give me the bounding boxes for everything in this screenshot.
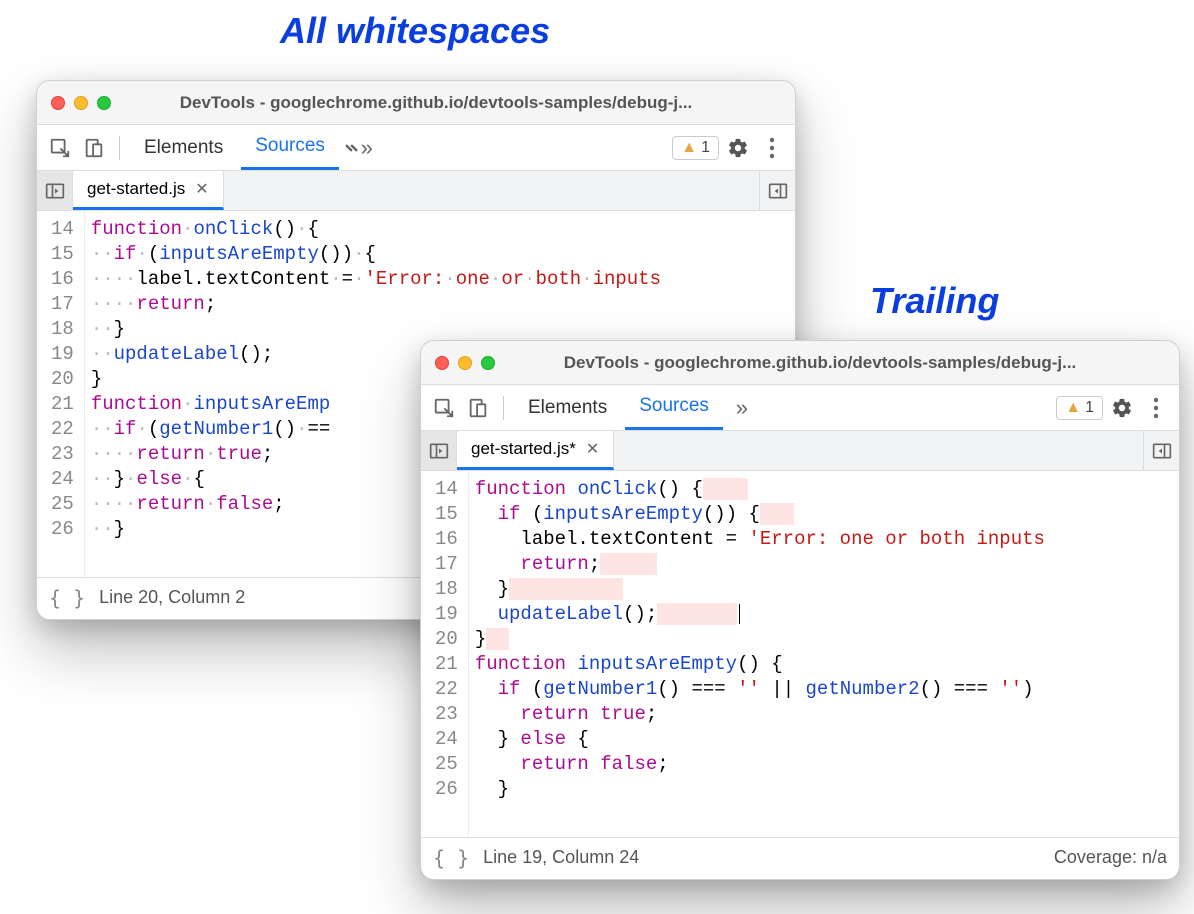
devtools-toolbar: Elements Sources » ▲ 1 <box>421 385 1179 431</box>
devtools-window-trailing: DevTools - googlechrome.github.io/devtoo… <box>420 340 1180 880</box>
tab-sources[interactable]: Sources <box>241 125 339 170</box>
navigator-toggle-icon[interactable] <box>37 171 73 210</box>
zoom-window-button[interactable] <box>481 356 495 370</box>
navigator-toggle-icon[interactable] <box>421 431 457 470</box>
tab-elements[interactable]: Elements <box>130 125 237 170</box>
kebab-menu-icon[interactable] <box>1141 393 1171 423</box>
devtools-toolbar: Elements Sources » ▲ 1 <box>37 125 795 171</box>
kebab-menu-icon[interactable] <box>757 133 787 163</box>
file-tabs-bar: get-started.js* ✕ <box>421 431 1179 471</box>
file-tab[interactable]: get-started.js ✕ <box>73 171 224 210</box>
minimize-window-button[interactable] <box>74 96 88 110</box>
more-tabs-icon[interactable]: » <box>343 133 373 163</box>
pretty-print-icon[interactable]: { } <box>433 846 469 870</box>
show-debugger-icon[interactable] <box>1143 431 1179 470</box>
warning-count: 1 <box>1085 399 1094 417</box>
inspect-element-icon[interactable] <box>45 133 75 163</box>
code-editor[interactable]: 14151617181920212223242526 function onCl… <box>421 471 1179 837</box>
cursor-position: Line 19, Column 24 <box>483 847 639 868</box>
titlebar: DevTools - googlechrome.github.io/devtoo… <box>421 341 1179 385</box>
settings-icon[interactable] <box>1107 393 1137 423</box>
line-gutter: 14151617181920212223242526 <box>37 211 85 577</box>
device-toggle-icon[interactable] <box>79 133 109 163</box>
code-content[interactable]: function onClick() { if (inputsAreEmpty(… <box>469 471 1045 837</box>
tab-elements[interactable]: Elements <box>514 385 621 430</box>
show-debugger-icon[interactable] <box>759 171 795 210</box>
close-file-icon[interactable]: ✕ <box>195 179 208 199</box>
close-window-button[interactable] <box>51 96 65 110</box>
zoom-window-button[interactable] <box>97 96 111 110</box>
warning-icon: ▲ <box>681 139 697 157</box>
more-tabs-icon[interactable]: » <box>727 393 757 423</box>
traffic-lights <box>435 356 495 370</box>
coverage-status: Coverage: n/a <box>1054 847 1167 868</box>
titlebar: DevTools - googlechrome.github.io/devtoo… <box>37 81 795 125</box>
file-name: get-started.js <box>87 179 185 199</box>
separator <box>503 396 504 420</box>
warning-count: 1 <box>701 139 710 157</box>
window-title: DevTools - googlechrome.github.io/devtoo… <box>121 93 781 113</box>
file-tab[interactable]: get-started.js* ✕ <box>457 431 614 470</box>
annotation-all-whitespaces: All whitespaces <box>280 10 550 52</box>
device-toggle-icon[interactable] <box>463 393 493 423</box>
warning-icon: ▲ <box>1065 399 1081 417</box>
file-tabs-bar: get-started.js ✕ <box>37 171 795 211</box>
settings-icon[interactable] <box>723 133 753 163</box>
close-window-button[interactable] <box>435 356 449 370</box>
tab-sources[interactable]: Sources <box>625 385 723 430</box>
issues-badge[interactable]: ▲ 1 <box>1056 396 1103 420</box>
separator <box>119 136 120 160</box>
file-name: get-started.js* <box>471 439 576 459</box>
annotation-trailing: Trailing <box>870 280 999 322</box>
close-file-icon[interactable]: ✕ <box>586 439 599 459</box>
issues-badge[interactable]: ▲ 1 <box>672 136 719 160</box>
status-bar: { } Line 19, Column 24 Coverage: n/a <box>421 837 1179 877</box>
window-title: DevTools - googlechrome.github.io/devtoo… <box>505 353 1165 373</box>
pretty-print-icon[interactable]: { } <box>49 586 85 610</box>
cursor-position: Line 20, Column 2 <box>99 587 245 608</box>
inspect-element-icon[interactable] <box>429 393 459 423</box>
traffic-lights <box>51 96 111 110</box>
minimize-window-button[interactable] <box>458 356 472 370</box>
line-gutter: 14151617181920212223242526 <box>421 471 469 837</box>
